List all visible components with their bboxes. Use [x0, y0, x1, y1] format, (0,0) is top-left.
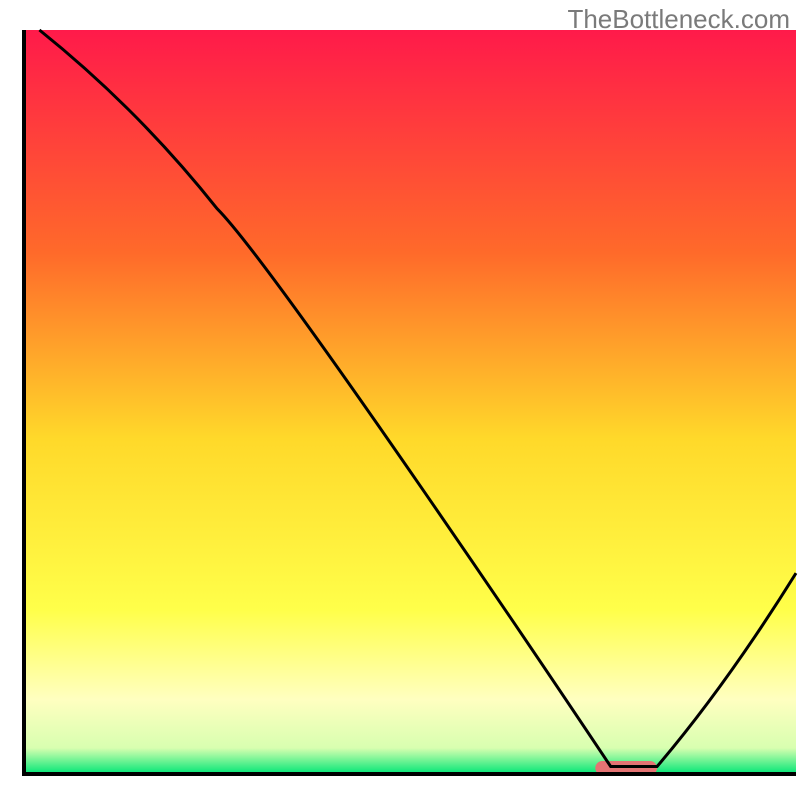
- gradient-background: [24, 30, 796, 774]
- chart-container: TheBottleneck.com: [0, 0, 800, 800]
- watermark-text: TheBottleneck.com: [567, 4, 790, 35]
- bottleneck-chart: [0, 0, 800, 800]
